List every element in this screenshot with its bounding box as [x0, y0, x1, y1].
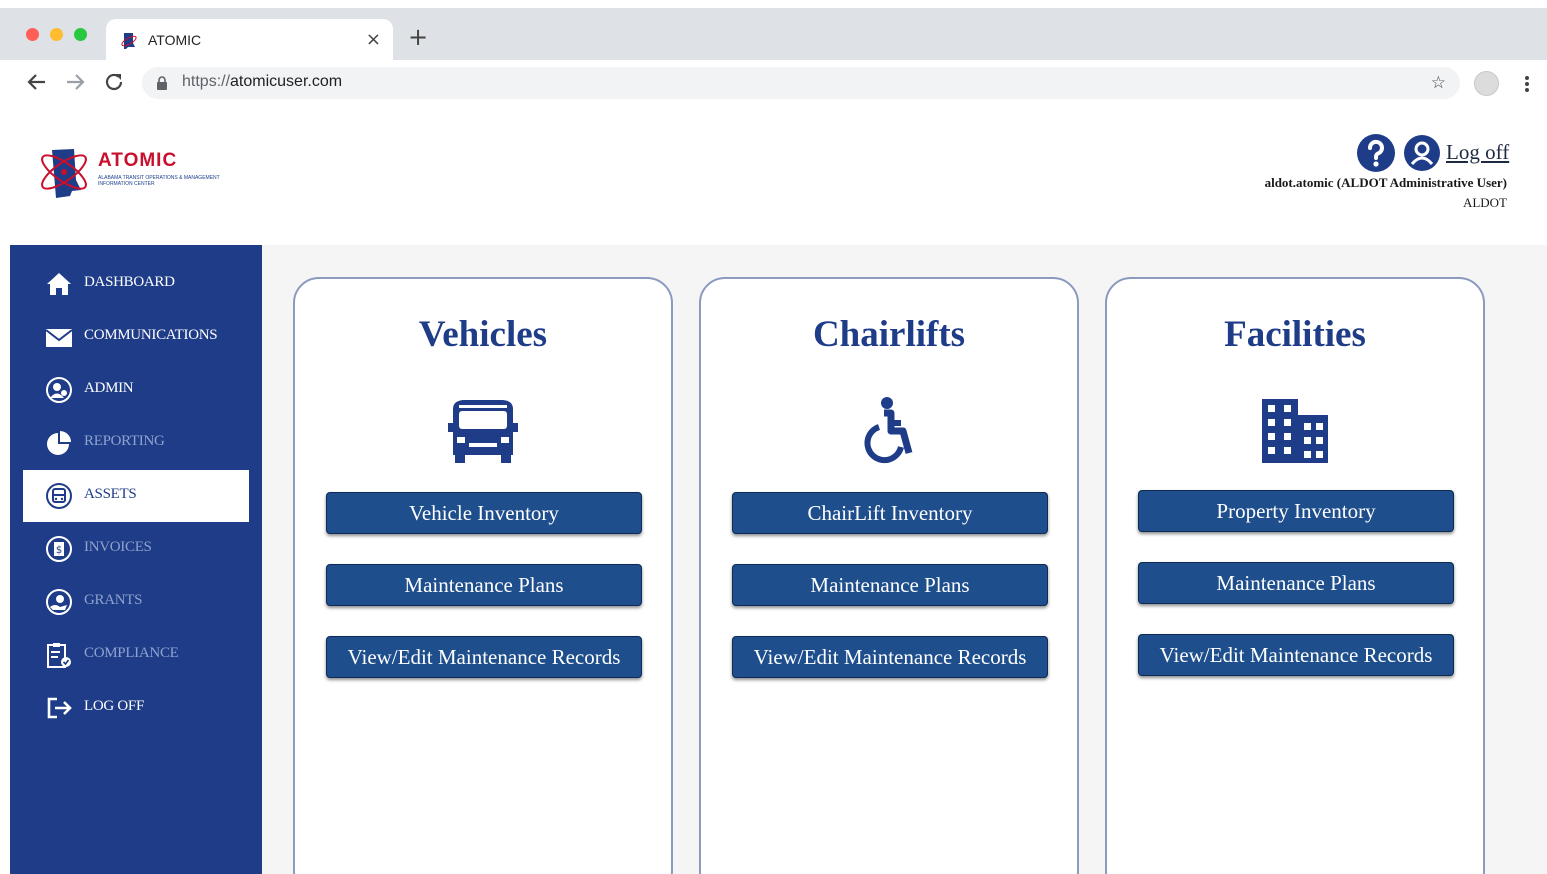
vehicles-card: Vehicles Vehicle Inventory Maintenance P… — [293, 277, 673, 874]
atomic-favicon-icon — [121, 33, 137, 49]
building-icon — [1262, 399, 1328, 463]
logout-icon — [47, 697, 72, 719]
sidebar-item-assets[interactable]: ASSETS — [23, 470, 249, 522]
tab-close-icon[interactable]: × — [366, 29, 381, 50]
assets-main: Vehicles Vehicle Inventory Maintenance P… — [262, 245, 1547, 874]
sidebar-nav: DASHBOARD COMMUNICATIONS ADMIN REPORTING — [10, 245, 262, 874]
app-header: ATOMIC Alabama Transit Operations & Mana… — [10, 108, 1547, 245]
back-arrow-icon[interactable] — [23, 68, 51, 96]
header-logoff-link[interactable]: Log off — [1446, 140, 1509, 165]
sidebar-item-label: INVOICES — [84, 539, 152, 555]
card-title: Chairlifts — [812, 314, 966, 355]
browser-tab[interactable]: ATOMIC × — [106, 19, 393, 63]
sidebar-item-logoff[interactable]: LOG OFF — [23, 682, 249, 734]
facility-maintenance-records-button[interactable]: View/Edit Maintenance Records — [1138, 634, 1454, 676]
grant-icon — [46, 589, 72, 615]
card-title: Vehicles — [418, 314, 548, 355]
reload-icon[interactable] — [100, 68, 128, 96]
sidebar-item-label: ASSETS — [84, 486, 137, 502]
sidebar-item-reporting[interactable]: REPORTING — [23, 417, 249, 469]
svg-text:$: $ — [56, 545, 62, 556]
user-org-label: ALDOT — [1462, 195, 1507, 210]
sidebar-item-dashboard[interactable]: DASHBOARD — [23, 258, 249, 310]
sidebar-item-invoices[interactable]: $ INVOICES — [23, 523, 249, 575]
maximize-window-button[interactable] — [74, 28, 87, 41]
invoice-icon: $ — [46, 536, 72, 562]
chairlifts-card: Chairlifts ChairLift Inventory Maintenan… — [699, 277, 1079, 874]
home-icon — [47, 273, 71, 295]
minimize-window-button[interactable] — [50, 28, 63, 41]
atomic-logo[interactable]: ATOMIC Alabama Transit Operations & Mana… — [36, 144, 246, 204]
new-tab-icon[interactable]: + — [408, 25, 428, 49]
profile-avatar[interactable] — [1474, 71, 1499, 96]
address-bar[interactable]: https://atomicuser.com ☆ — [142, 67, 1460, 99]
tab-title: ATOMIC — [148, 32, 202, 48]
alabama-atom-logo-icon — [41, 149, 87, 198]
chairlift-maintenance-plans-button[interactable]: Maintenance Plans — [732, 564, 1048, 606]
user-account-icon[interactable] — [1403, 134, 1441, 172]
sidebar-item-label: DASHBOARD — [84, 274, 175, 290]
vehicle-maintenance-plans-button[interactable]: Maintenance Plans — [326, 564, 642, 606]
chairlift-inventory-button[interactable]: ChairLift Inventory — [732, 492, 1048, 534]
bookmark-star-icon[interactable]: ☆ — [1431, 73, 1446, 93]
property-inventory-button[interactable]: Property Inventory — [1138, 490, 1454, 532]
sidebar-item-admin[interactable]: ADMIN — [23, 364, 249, 416]
browser-toolbar: https://atomicuser.com ☆ — [0, 60, 1547, 108]
url-scheme: https:// — [182, 73, 231, 90]
admin-user-icon — [46, 377, 72, 403]
clipboard-check-icon — [47, 643, 71, 668]
chairlift-maintenance-records-button[interactable]: View/Edit Maintenance Records — [732, 636, 1048, 678]
browser-chrome: ATOMIC × + https://atomicuser.com ☆ — [0, 0, 1547, 108]
user-name-label: aldot.atomic (ALDOT Administrative User) — [1264, 175, 1507, 190]
logo-subtitle: Alabama Transit Operations & Management … — [98, 175, 220, 187]
sidebar-item-communications[interactable]: COMMUNICATIONS — [23, 311, 249, 363]
facilities-card: Facilities Property Inventory Maintenanc… — [1105, 277, 1485, 874]
forward-arrow-icon[interactable] — [61, 68, 89, 96]
close-window-button[interactable] — [26, 28, 39, 41]
browser-menu-icon[interactable] — [1518, 70, 1536, 98]
facility-maintenance-plans-button[interactable]: Maintenance Plans — [1138, 562, 1454, 604]
question-mark-glyph — [1367, 139, 1384, 167]
sidebar-item-label: GRANTS — [84, 592, 143, 608]
sidebar-item-label: COMMUNICATIONS — [84, 327, 218, 343]
help-icon[interactable] — [1357, 134, 1395, 172]
lock-icon — [157, 76, 167, 90]
window-top-edge — [0, 0, 1547, 8]
vehicle-inventory-button[interactable]: Vehicle Inventory — [326, 492, 642, 534]
card-title: Facilities — [1224, 314, 1366, 355]
sidebar-item-label: COMPLIANCE — [84, 645, 179, 661]
envelope-icon — [45, 329, 73, 347]
sidebar-item-compliance[interactable]: COMPLIANCE — [23, 629, 249, 681]
wheelchair-icon — [864, 397, 913, 464]
sidebar-item-label: REPORTING — [84, 433, 165, 449]
pie-chart-icon — [47, 431, 71, 455]
sidebar-item-label: LOG OFF — [84, 698, 144, 714]
bus-icon — [46, 483, 72, 509]
sidebar-item-label: ADMIN — [84, 380, 134, 396]
sidebar-item-grants[interactable]: GRANTS — [23, 576, 249, 628]
url-text: https://atomicuser.com — [182, 73, 342, 91]
url-host: atomicuser.com — [230, 73, 343, 90]
logo-wordmark: ATOMIC — [98, 150, 178, 171]
vehicle-maintenance-records-button[interactable]: View/Edit Maintenance Records — [326, 636, 642, 678]
van-icon — [448, 400, 518, 463]
